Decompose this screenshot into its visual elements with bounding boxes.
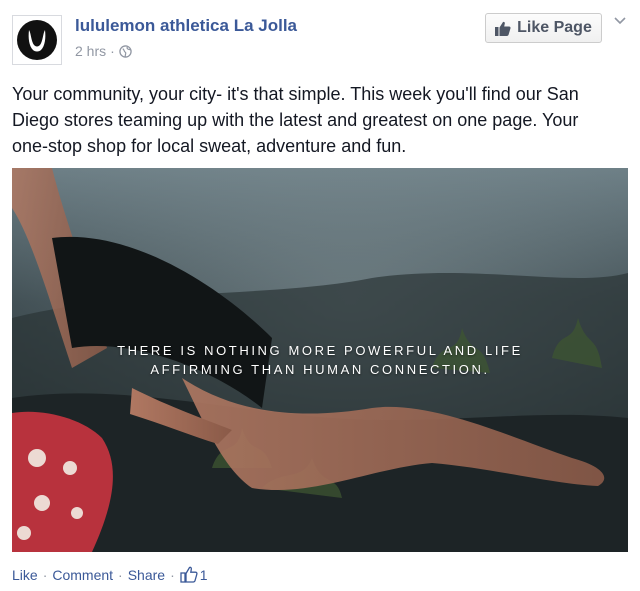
- post-meta: 2 hrs ·: [75, 43, 132, 59]
- post-message: Your community, your city- it's that sim…: [12, 84, 579, 156]
- photo-quote: THERE IS NOTHING MORE POWERFUL AND LIFE …: [12, 341, 628, 379]
- action-separator: ·: [170, 566, 175, 583]
- page-name-link[interactable]: lululemon athletica La Jolla: [75, 16, 297, 36]
- action-separator: ·: [42, 566, 48, 583]
- meta-separator: ·: [110, 43, 115, 59]
- photo-quote-line-2: AFFIRMING THAN HUMAN CONNECTION.: [150, 362, 490, 377]
- post-photo[interactable]: THERE IS NOTHING MORE POWERFUL AND LIFE …: [12, 168, 628, 552]
- chevron-down-icon[interactable]: [612, 14, 628, 28]
- likes-summary[interactable]: 1: [180, 566, 208, 583]
- post-actions: Like · Comment · Share · 1: [12, 566, 208, 583]
- action-separator: ·: [118, 566, 123, 583]
- like-page-button[interactable]: Like Page: [485, 13, 602, 43]
- post-header: lululemon athletica La Jolla 2 hrs · Lik…: [12, 12, 628, 65]
- thumbs-up-icon: [495, 21, 511, 36]
- share-link[interactable]: Share: [128, 567, 165, 583]
- comment-link[interactable]: Comment: [52, 567, 113, 583]
- like-count: 1: [199, 566, 208, 583]
- photo-quote-line-1: THERE IS NOTHING MORE POWERFUL AND LIFE: [117, 343, 523, 358]
- page-avatar[interactable]: [12, 15, 62, 65]
- like-link[interactable]: Like: [12, 567, 38, 583]
- globe-icon[interactable]: [119, 44, 132, 58]
- lululemon-logo-icon: [17, 20, 57, 60]
- post-timestamp[interactable]: 2 hrs: [75, 43, 106, 59]
- like-page-label: Like Page: [517, 19, 592, 36]
- thumbs-up-outline-icon: [180, 566, 198, 583]
